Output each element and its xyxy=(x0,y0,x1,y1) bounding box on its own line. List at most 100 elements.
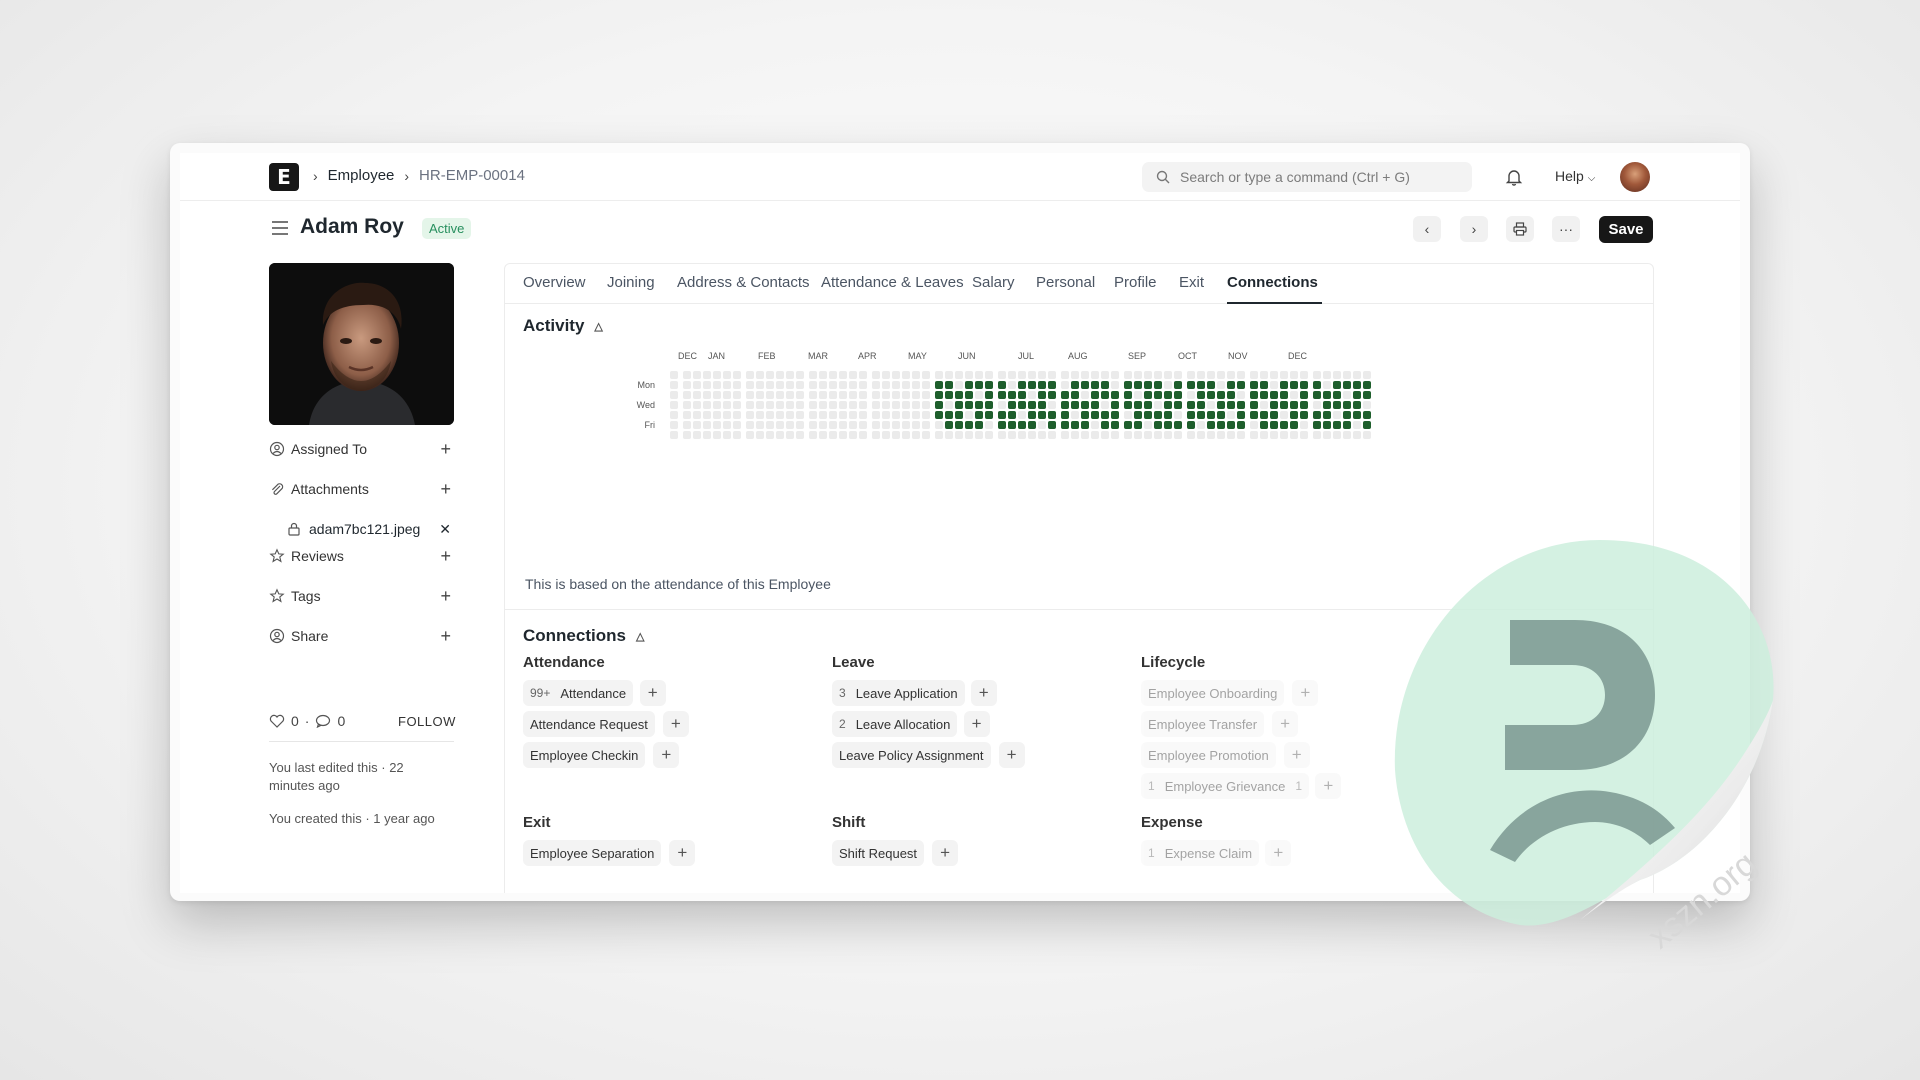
heatmap-cell[interactable] xyxy=(1197,381,1205,389)
heatmap-cell[interactable] xyxy=(819,421,827,429)
heatmap-cell[interactable] xyxy=(1217,401,1225,409)
heatmap-cell[interactable] xyxy=(703,421,711,429)
heatmap-cell[interactable] xyxy=(872,431,880,439)
heatmap-cell[interactable] xyxy=(1048,401,1056,409)
heatmap-cell[interactable] xyxy=(1154,421,1162,429)
heatmap-cell[interactable] xyxy=(1260,381,1268,389)
heatmap-cell[interactable] xyxy=(766,411,774,419)
heatmap-cell[interactable] xyxy=(1217,391,1225,399)
heatmap-cell[interactable] xyxy=(1008,411,1016,419)
heatmap-cell[interactable] xyxy=(1353,381,1361,389)
heatmap-cell[interactable] xyxy=(1174,371,1182,379)
heatmap-cell[interactable] xyxy=(839,381,847,389)
heatmap-cell[interactable] xyxy=(998,391,1006,399)
heatmap-cell[interactable] xyxy=(985,421,993,429)
heatmap-cell[interactable] xyxy=(1197,431,1205,439)
heatmap-cell[interactable] xyxy=(1018,411,1026,419)
heatmap-cell[interactable] xyxy=(1111,391,1119,399)
heatmap-cell[interactable] xyxy=(1187,371,1195,379)
heatmap-cell[interactable] xyxy=(922,431,930,439)
comment-icon[interactable] xyxy=(315,714,331,728)
heatmap-cell[interactable] xyxy=(912,381,920,389)
heatmap-cell[interactable] xyxy=(1270,401,1278,409)
connection-link[interactable]: Leave Policy Assignment xyxy=(832,742,991,768)
heatmap-cell[interactable] xyxy=(1227,431,1235,439)
heatmap-cell[interactable] xyxy=(912,421,920,429)
heatmap-cell[interactable] xyxy=(1197,371,1205,379)
heatmap-cell[interactable] xyxy=(985,431,993,439)
heatmap-cell[interactable] xyxy=(670,401,678,409)
heatmap-cell[interactable] xyxy=(892,431,900,439)
heatmap-cell[interactable] xyxy=(809,381,817,389)
heatmap-cell[interactable] xyxy=(922,371,930,379)
heatmap-cell[interactable] xyxy=(1270,421,1278,429)
heatmap-cell[interactable] xyxy=(1300,421,1308,429)
heatmap-cell[interactable] xyxy=(786,391,794,399)
heatmap-cell[interactable] xyxy=(985,411,993,419)
connection-link[interactable]: 1 Expense Claim xyxy=(1141,840,1260,866)
heatmap-cell[interactable] xyxy=(1018,371,1026,379)
heatmap-cell[interactable] xyxy=(955,371,963,379)
tab-address-contacts[interactable]: Address & Contacts xyxy=(677,274,810,291)
heatmap-cell[interactable] xyxy=(1217,371,1225,379)
heatmap-cell[interactable] xyxy=(766,371,774,379)
heatmap-cell[interactable] xyxy=(975,371,983,379)
heatmap-cell[interactable] xyxy=(1300,381,1308,389)
heatmap-cell[interactable] xyxy=(1091,411,1099,419)
heatmap-cell[interactable] xyxy=(872,371,880,379)
heatmap-cell[interactable] xyxy=(912,371,920,379)
activity-section-toggle[interactable]: Activity △ xyxy=(523,316,603,336)
heatmap-cell[interactable] xyxy=(786,381,794,389)
heatmap-cell[interactable] xyxy=(683,401,691,409)
heatmap-cell[interactable] xyxy=(756,421,764,429)
heatmap-cell[interactable] xyxy=(975,401,983,409)
heatmap-cell[interactable] xyxy=(683,371,691,379)
heatmap-cell[interactable] xyxy=(1071,411,1079,419)
tab-joining[interactable]: Joining xyxy=(607,274,655,291)
heatmap-cell[interactable] xyxy=(1280,431,1288,439)
heatmap-cell[interactable] xyxy=(1144,391,1152,399)
heatmap-cell[interactable] xyxy=(1237,381,1245,389)
heatmap-cell[interactable] xyxy=(1174,431,1182,439)
heatmap-cell[interactable] xyxy=(683,391,691,399)
heatmap-cell[interactable] xyxy=(1250,431,1258,439)
heatmap-cell[interactable] xyxy=(796,381,804,389)
heatmap-cell[interactable] xyxy=(975,421,983,429)
heatmap-cell[interactable] xyxy=(1101,411,1109,419)
add-connection-button[interactable]: + xyxy=(669,840,696,866)
heatmap-cell[interactable] xyxy=(985,391,993,399)
heatmap-cell[interactable] xyxy=(859,381,867,389)
heatmap-cell[interactable] xyxy=(1207,421,1215,429)
heatmap-cell[interactable] xyxy=(1061,421,1069,429)
heatmap-cell[interactable] xyxy=(1008,391,1016,399)
help-menu[interactable]: Help ⌵ xyxy=(1555,168,1595,184)
heatmap-cell[interactable] xyxy=(1154,411,1162,419)
heatmap-cell[interactable] xyxy=(1111,411,1119,419)
heatmap-cell[interactable] xyxy=(1217,411,1225,419)
heatmap-cell[interactable] xyxy=(1154,371,1162,379)
heatmap-cell[interactable] xyxy=(670,421,678,429)
heatmap-cell[interactable] xyxy=(1164,421,1172,429)
heatmap-cell[interactable] xyxy=(902,391,910,399)
heatmap-cell[interactable] xyxy=(839,431,847,439)
heatmap-cell[interactable] xyxy=(703,391,711,399)
heatmap-cell[interactable] xyxy=(1028,411,1036,419)
add-connection-button[interactable]: + xyxy=(1265,840,1292,866)
heatmap-cell[interactable] xyxy=(892,401,900,409)
heatmap-cell[interactable] xyxy=(683,431,691,439)
heatmap-cell[interactable] xyxy=(1217,381,1225,389)
heatmap-cell[interactable] xyxy=(839,421,847,429)
heatmap-cell[interactable] xyxy=(733,411,741,419)
heatmap-cell[interactable] xyxy=(1164,371,1172,379)
heatmap-cell[interactable] xyxy=(1081,381,1089,389)
heatmap-cell[interactable] xyxy=(1124,391,1132,399)
heatmap-cell[interactable] xyxy=(733,391,741,399)
heatmap-cell[interactable] xyxy=(1187,401,1195,409)
heatmap-cell[interactable] xyxy=(1081,401,1089,409)
heatmap-cell[interactable] xyxy=(935,421,943,429)
heatmap-cell[interactable] xyxy=(1227,421,1235,429)
heatmap-cell[interactable] xyxy=(1144,421,1152,429)
heatmap-cell[interactable] xyxy=(1048,381,1056,389)
tab-profile[interactable]: Profile xyxy=(1114,274,1157,291)
heatmap-cell[interactable] xyxy=(998,371,1006,379)
